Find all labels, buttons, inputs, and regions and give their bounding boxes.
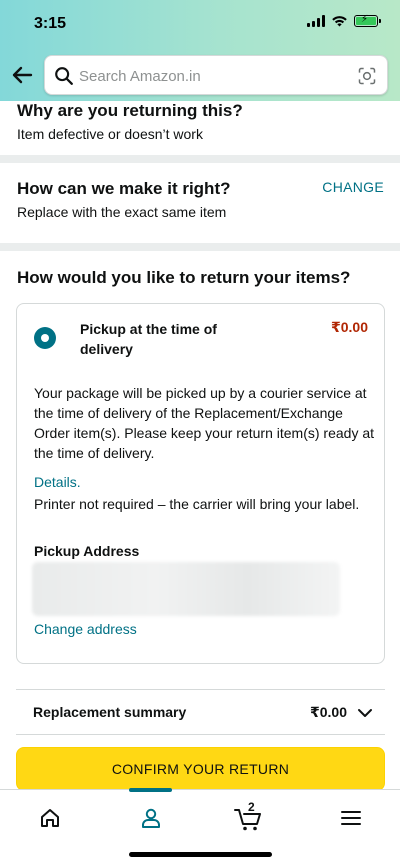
- header: 3:15 ⚡: [0, 0, 400, 101]
- nav-account[interactable]: [131, 800, 171, 840]
- resolution-value: Replace with the exact same item: [17, 204, 227, 220]
- pickup-address-redacted: [32, 562, 340, 616]
- status-time: 3:15: [34, 15, 67, 32]
- nav-menu[interactable]: [331, 800, 371, 840]
- pickup-option-label[interactable]: Pickup at the time of delivery: [80, 319, 240, 359]
- nav-home[interactable]: [30, 800, 70, 840]
- pickup-address-label: Pickup Address: [34, 543, 140, 559]
- back-arrow-icon[interactable]: [10, 63, 34, 87]
- resolution-title: How can we make it right?: [17, 179, 231, 198]
- account-icon: [142, 808, 160, 828]
- replacement-summary-row[interactable]: Replacement summary ₹0.00: [16, 689, 385, 735]
- menu-icon: [341, 811, 361, 825]
- home-icon: [41, 809, 59, 827]
- pickup-option-price: ₹0.00: [331, 319, 368, 335]
- signal-icon: [307, 15, 325, 27]
- return-reason-title: Why are you returning this?: [17, 101, 243, 120]
- replacement-summary-label: Replacement summary: [33, 704, 187, 720]
- return-option-card: Pickup at the time of delivery ₹0.00 You…: [16, 303, 385, 664]
- home-indicator: [129, 852, 272, 857]
- return-reason-section: Why are you returning this? Item defecti…: [0, 101, 400, 156]
- pickup-description: Your package will be picked up by a cour…: [34, 385, 375, 461]
- pickup-radio-button[interactable]: [34, 327, 56, 349]
- status-icons: ⚡: [307, 14, 381, 27]
- nav-cart[interactable]: 2: [230, 800, 270, 840]
- section-divider: [0, 243, 400, 251]
- confirm-return-button[interactable]: CONFIRM YOUR RETURN: [16, 747, 385, 791]
- camera-lens-icon[interactable]: [357, 66, 377, 86]
- chevron-down-icon: [358, 709, 372, 717]
- change-resolution-link[interactable]: CHANGE: [322, 179, 384, 195]
- return-reason-value: Item defective or doesn’t work: [17, 126, 203, 142]
- replacement-summary-value: ₹0.00: [310, 704, 347, 720]
- battery-icon: ⚡: [354, 14, 381, 27]
- return-method-title: How would you like to return your items?: [17, 268, 351, 287]
- status-bar: 3:15 ⚡: [0, 0, 400, 50]
- search-bar[interactable]: [44, 55, 388, 95]
- wifi-icon: [332, 16, 347, 27]
- printer-note: Printer not required – the carrier will …: [34, 496, 360, 512]
- details-link[interactable]: Details.: [34, 474, 81, 490]
- cart-icon: [234, 809, 261, 831]
- search-input[interactable]: [79, 65, 349, 87]
- active-tab-indicator: [129, 788, 172, 792]
- change-address-link[interactable]: Change address: [34, 621, 137, 637]
- section-divider: [0, 155, 400, 163]
- search-icon: [55, 67, 73, 85]
